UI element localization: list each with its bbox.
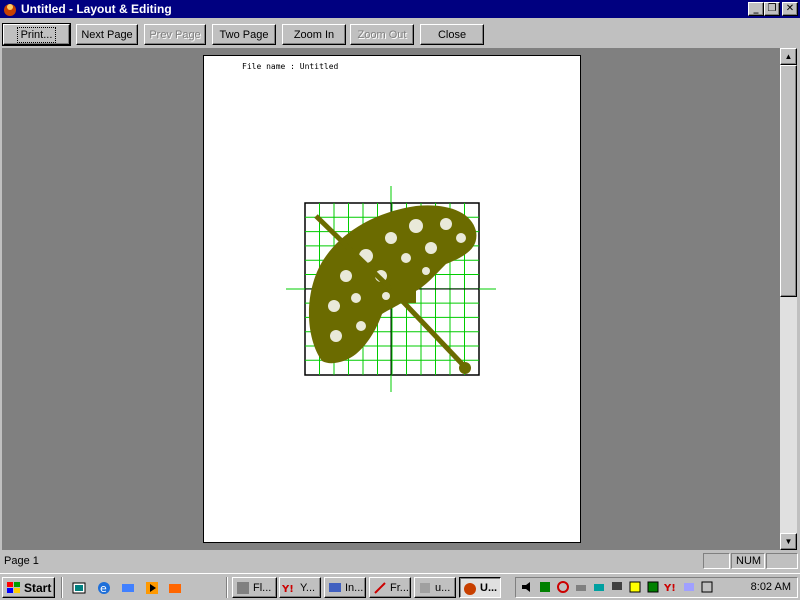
scanner-icon[interactable]: [592, 580, 606, 594]
zoom-out-label: Zoom Out: [357, 28, 407, 41]
scroll-up-button[interactable]: ▲: [780, 48, 797, 65]
task-button-5[interactable]: u...: [414, 577, 456, 598]
svg-text:e: e: [100, 582, 107, 595]
task-label: U...: [480, 581, 498, 594]
scroll-down-button[interactable]: ▼: [780, 533, 797, 550]
app-icon: [464, 582, 476, 595]
prev-page-label: Prev Page: [149, 28, 201, 41]
taskbar: Start e Fl... Y! Y... In... Fr... u... U.…: [0, 573, 800, 600]
yahoo-tray-icon[interactable]: Y!: [664, 580, 678, 594]
task-button-2[interactable]: Y! Y...: [279, 577, 321, 598]
svg-text:Y!: Y!: [664, 583, 676, 594]
task-label: In...: [345, 581, 364, 594]
quicklaunch-outlook-icon[interactable]: [166, 579, 184, 597]
taskbar-separator-2: [226, 577, 228, 598]
quicklaunch-desktop-icon[interactable]: [70, 579, 88, 597]
minimize-button[interactable]: _: [748, 2, 764, 16]
two-page-label: Two Page: [219, 28, 269, 41]
print-button-label: Print...: [16, 26, 57, 43]
task-button-3[interactable]: In...: [324, 577, 366, 598]
title-bar: Untitled - Layout & Editing _ ❐ ✕: [0, 0, 800, 18]
close-preview-button[interactable]: Close: [420, 24, 484, 45]
yahoo-icon: Y!: [282, 584, 294, 595]
task-label: Y...: [300, 581, 316, 594]
network-icon: [329, 582, 341, 592]
task-scheduler-icon[interactable]: [700, 580, 714, 594]
preview-area[interactable]: File name : Untitled: [2, 48, 780, 550]
window-controls: _ ❐ ✕: [748, 2, 798, 16]
close-icon: ✕: [785, 3, 795, 14]
restore-icon: ❐: [767, 3, 777, 14]
minimize-icon: _: [753, 3, 759, 14]
print-page: File name : Untitled: [203, 55, 581, 543]
tools-icon: [374, 581, 386, 594]
status-pane-scrl: [766, 553, 798, 569]
zoom-in-button[interactable]: Zoom In: [282, 24, 346, 45]
quicktime-icon[interactable]: [556, 580, 570, 594]
svg-text:Y!: Y!: [282, 584, 294, 595]
messenger-icon[interactable]: [682, 580, 696, 594]
zoom-in-label: Zoom In: [293, 28, 335, 41]
next-page-label: Next Page: [81, 28, 133, 41]
status-pane-caps: [703, 553, 730, 569]
close-window-button[interactable]: ✕: [782, 2, 798, 16]
file-name-label: File name : Untitled: [242, 62, 339, 71]
volume-icon[interactable]: [520, 580, 534, 594]
zoom-out-button[interactable]: Zoom Out: [350, 24, 414, 45]
monitor-icon[interactable]: [610, 580, 624, 594]
status-bar: Page 1 NUM: [0, 551, 800, 571]
quicklaunch-channels-icon[interactable]: [119, 579, 137, 597]
restore-button[interactable]: ❐: [764, 2, 780, 16]
network-tray-icon[interactable]: [538, 580, 552, 594]
arrow-down-icon: ▼: [784, 537, 793, 546]
arrow-up-icon: ▲: [784, 52, 793, 61]
window-title: Untitled - Layout & Editing: [21, 2, 172, 16]
embroidery-design: [286, 186, 496, 392]
task-label: Fr...: [390, 581, 409, 594]
window-app-icon: [237, 581, 249, 594]
task-label: u...: [435, 581, 451, 594]
status-pane-num: NUM: [731, 553, 765, 569]
task-button-active[interactable]: U...: [459, 577, 501, 598]
print-button[interactable]: Print...: [2, 23, 71, 46]
task-label: Fl...: [253, 581, 272, 594]
program-icon: [420, 582, 430, 593]
taskbar-separator: [61, 577, 63, 598]
scroll-thumb[interactable]: [780, 65, 797, 297]
vertical-scrollbar[interactable]: ▲ ▼: [780, 48, 797, 550]
start-button[interactable]: Start: [2, 577, 55, 598]
next-page-button[interactable]: Next Page: [76, 24, 138, 45]
display-icon[interactable]: [628, 580, 642, 594]
windows-logo-icon: [7, 581, 20, 593]
quicklaunch-ie-icon[interactable]: e: [95, 579, 113, 597]
quicklaunch-media-icon[interactable]: [143, 579, 161, 597]
two-page-button[interactable]: Two Page: [212, 24, 276, 45]
status-page-text: Page 1: [4, 555, 39, 567]
close-preview-label: Close: [437, 28, 467, 41]
start-label: Start: [24, 580, 52, 595]
prev-page-button[interactable]: Prev Page: [144, 24, 206, 45]
preview-toolbar: Print... Next Page Prev Page Two Page Zo…: [0, 18, 800, 48]
app-icon[interactable]: [2, 1, 18, 17]
meter-icon[interactable]: [646, 580, 660, 594]
umbrella-artwork: [308, 205, 477, 374]
system-tray: Y! 8:02 AM: [515, 577, 798, 598]
task-button-4[interactable]: Fr...: [369, 577, 411, 598]
clock[interactable]: 8:02 AM: [751, 581, 791, 593]
printer-icon[interactable]: [574, 580, 588, 594]
task-button-1[interactable]: Fl...: [232, 577, 277, 598]
